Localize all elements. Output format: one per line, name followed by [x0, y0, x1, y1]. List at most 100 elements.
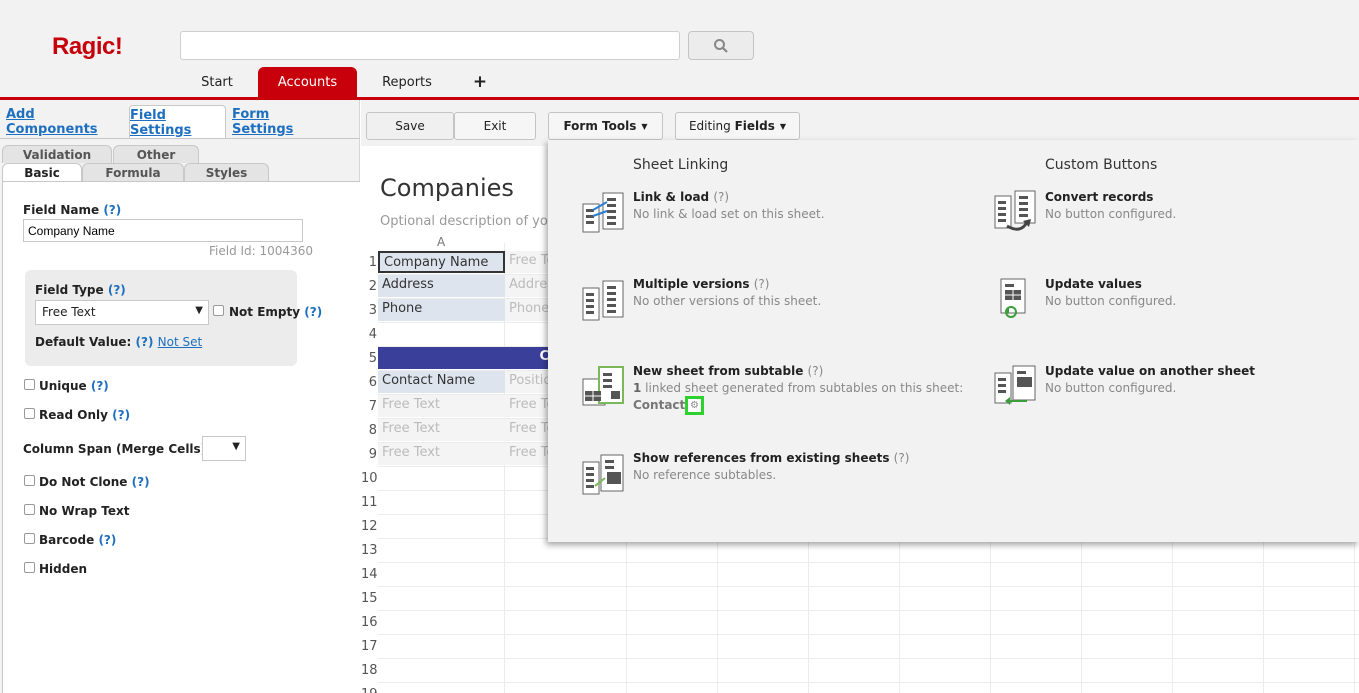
not-empty-checkbox[interactable] — [213, 305, 224, 316]
help-link[interactable]: (?) — [98, 533, 116, 547]
grid-line — [378, 610, 1359, 611]
help-link[interactable]: (?) — [894, 451, 910, 465]
do-not-clone-checkbox[interactable] — [24, 475, 35, 486]
subtab-formula[interactable]: Formula — [82, 163, 184, 181]
link-load-title[interactable]: Link & load (?) — [633, 190, 729, 204]
update-another-sheet-desc: No button configured. — [1045, 381, 1177, 395]
grid-line — [378, 634, 1359, 635]
convert-records-icon[interactable] — [993, 190, 1037, 234]
column-span-label: Column Span (Merge Cells) (?) — [23, 442, 228, 456]
app-header: Ragic! Start Accounts Reports + — [0, 0, 1359, 100]
exit-button[interactable]: Exit — [454, 112, 536, 140]
row-number: 9 — [368, 447, 377, 462]
help-link[interactable]: (?) — [754, 277, 770, 291]
row-number: 19 — [361, 687, 378, 693]
convert-records-title[interactable]: Convert records — [1045, 190, 1153, 204]
help-link[interactable]: (?) — [136, 335, 154, 349]
search-button[interactable] — [688, 31, 754, 60]
show-references-title[interactable]: Show references from existing sheets (?) — [633, 451, 909, 465]
grid-line — [378, 562, 1359, 563]
sheet-title[interactable]: Companies — [380, 174, 514, 202]
subtable-cell[interactable]: Free Text — [378, 443, 505, 465]
help-link[interactable]: (?) — [91, 379, 109, 393]
help-link[interactable]: (?) — [713, 190, 729, 204]
show-references-title-text: Show references from existing sheets — [633, 451, 890, 465]
column-span-select[interactable]: ▼ — [202, 436, 246, 461]
row-number: 11 — [361, 495, 378, 510]
field-name-input[interactable] — [23, 219, 303, 242]
row-number: 7 — [368, 399, 377, 414]
barcode-checkbox[interactable] — [24, 533, 35, 544]
save-button[interactable]: Save — [366, 112, 454, 140]
field-label[interactable]: Company Name — [378, 251, 505, 273]
default-value-link[interactable]: Not Set — [158, 335, 203, 349]
no-wrap-label: No Wrap Text — [39, 504, 130, 518]
update-values-icon[interactable] — [993, 278, 1037, 322]
no-wrap-checkbox[interactable] — [24, 504, 35, 515]
tab-add-components[interactable]: Add Components — [6, 105, 122, 138]
contacts-link[interactable]: Contacts — [633, 398, 692, 412]
field-type-select[interactable]: Free Text ▼ — [35, 300, 209, 325]
sheet-linking-heading: Sheet Linking — [633, 157, 729, 173]
grid-line — [378, 682, 1359, 683]
tab-form-settings[interactable]: Form Settings — [232, 105, 330, 138]
update-another-sheet-icon[interactable] — [993, 365, 1037, 409]
gear-icon[interactable]: ⚙ — [685, 396, 704, 415]
help-link[interactable]: (?) — [103, 203, 121, 217]
field-type-label-text: Field Type — [35, 283, 104, 297]
help-link[interactable]: (?) — [108, 283, 126, 297]
tab-field-settings[interactable]: Field Settings — [129, 105, 226, 139]
subtab-styles[interactable]: Styles — [184, 163, 269, 181]
field-label[interactable]: Contact Name — [378, 371, 505, 393]
hidden-label: Hidden — [39, 562, 88, 576]
subtab-basic[interactable]: Basic — [2, 163, 82, 181]
tab-accounts[interactable]: Accounts — [258, 67, 357, 97]
ragic-logo[interactable]: Ragic! — [52, 33, 123, 61]
multiple-versions-title[interactable]: Multiple versions (?) — [633, 277, 769, 291]
row-number: 4 — [368, 327, 377, 342]
tab-reports[interactable]: Reports — [372, 67, 442, 97]
subtable-header[interactable]: Co — [378, 347, 558, 369]
link-load-icon[interactable] — [581, 190, 625, 234]
row-number: 2 — [368, 279, 377, 294]
row-number: 18 — [361, 663, 378, 678]
subtable-cell[interactable]: Free Text — [378, 395, 505, 417]
update-another-sheet-title[interactable]: Update value on another sheet — [1045, 364, 1255, 378]
add-tab-button[interactable]: + — [468, 67, 492, 97]
subtab-other[interactable]: Other — [113, 145, 199, 163]
row-number: 10 — [361, 471, 378, 486]
sheet-description[interactable]: Optional description of your — [380, 214, 561, 229]
field-label[interactable]: Phone — [378, 299, 505, 321]
row-number: 1 — [368, 255, 377, 270]
form-tools-button[interactable]: Form Tools ▼ — [548, 112, 663, 140]
help-link[interactable]: (?) — [112, 408, 130, 422]
grid-line — [378, 658, 1359, 659]
help-link[interactable]: (?) — [132, 475, 150, 489]
search-input[interactable] — [180, 31, 680, 60]
unique-checkbox[interactable] — [24, 379, 35, 390]
new-sheet-subtable-icon[interactable] — [581, 365, 625, 409]
barcode-label: Barcode (?) — [39, 533, 116, 547]
row-number: 13 — [361, 543, 378, 558]
row-number: 15 — [361, 591, 378, 606]
contacts-link-text: Contacts — [633, 398, 693, 412]
new-sheet-subtable-desc: 1 linked sheet generated from subtables … — [633, 381, 963, 395]
help-link[interactable]: (?) — [304, 305, 322, 319]
row-number: 12 — [361, 519, 378, 534]
not-empty-text: Not Empty — [229, 305, 301, 319]
default-value-label: Default Value: (?) Not Set — [35, 335, 202, 349]
field-label[interactable]: Address — [378, 275, 505, 297]
update-values-title[interactable]: Update values — [1045, 277, 1142, 291]
new-sheet-subtable-title[interactable]: New sheet from subtable (?) — [633, 364, 823, 378]
show-references-icon[interactable] — [581, 452, 625, 496]
subtable-cell[interactable]: Free Text — [378, 419, 505, 441]
tab-start[interactable]: Start — [187, 67, 247, 97]
help-link[interactable]: (?) — [808, 364, 824, 378]
hidden-checkbox[interactable] — [24, 562, 35, 573]
multiple-versions-icon[interactable] — [581, 278, 625, 322]
show-references-desc: No reference subtables. — [633, 468, 777, 482]
unique-label: Unique (?) — [39, 379, 109, 393]
subtab-validation[interactable]: Validation — [2, 145, 112, 163]
editing-fields-button[interactable]: Editing Fields ▼ — [675, 112, 800, 140]
read-only-checkbox[interactable] — [24, 408, 35, 419]
